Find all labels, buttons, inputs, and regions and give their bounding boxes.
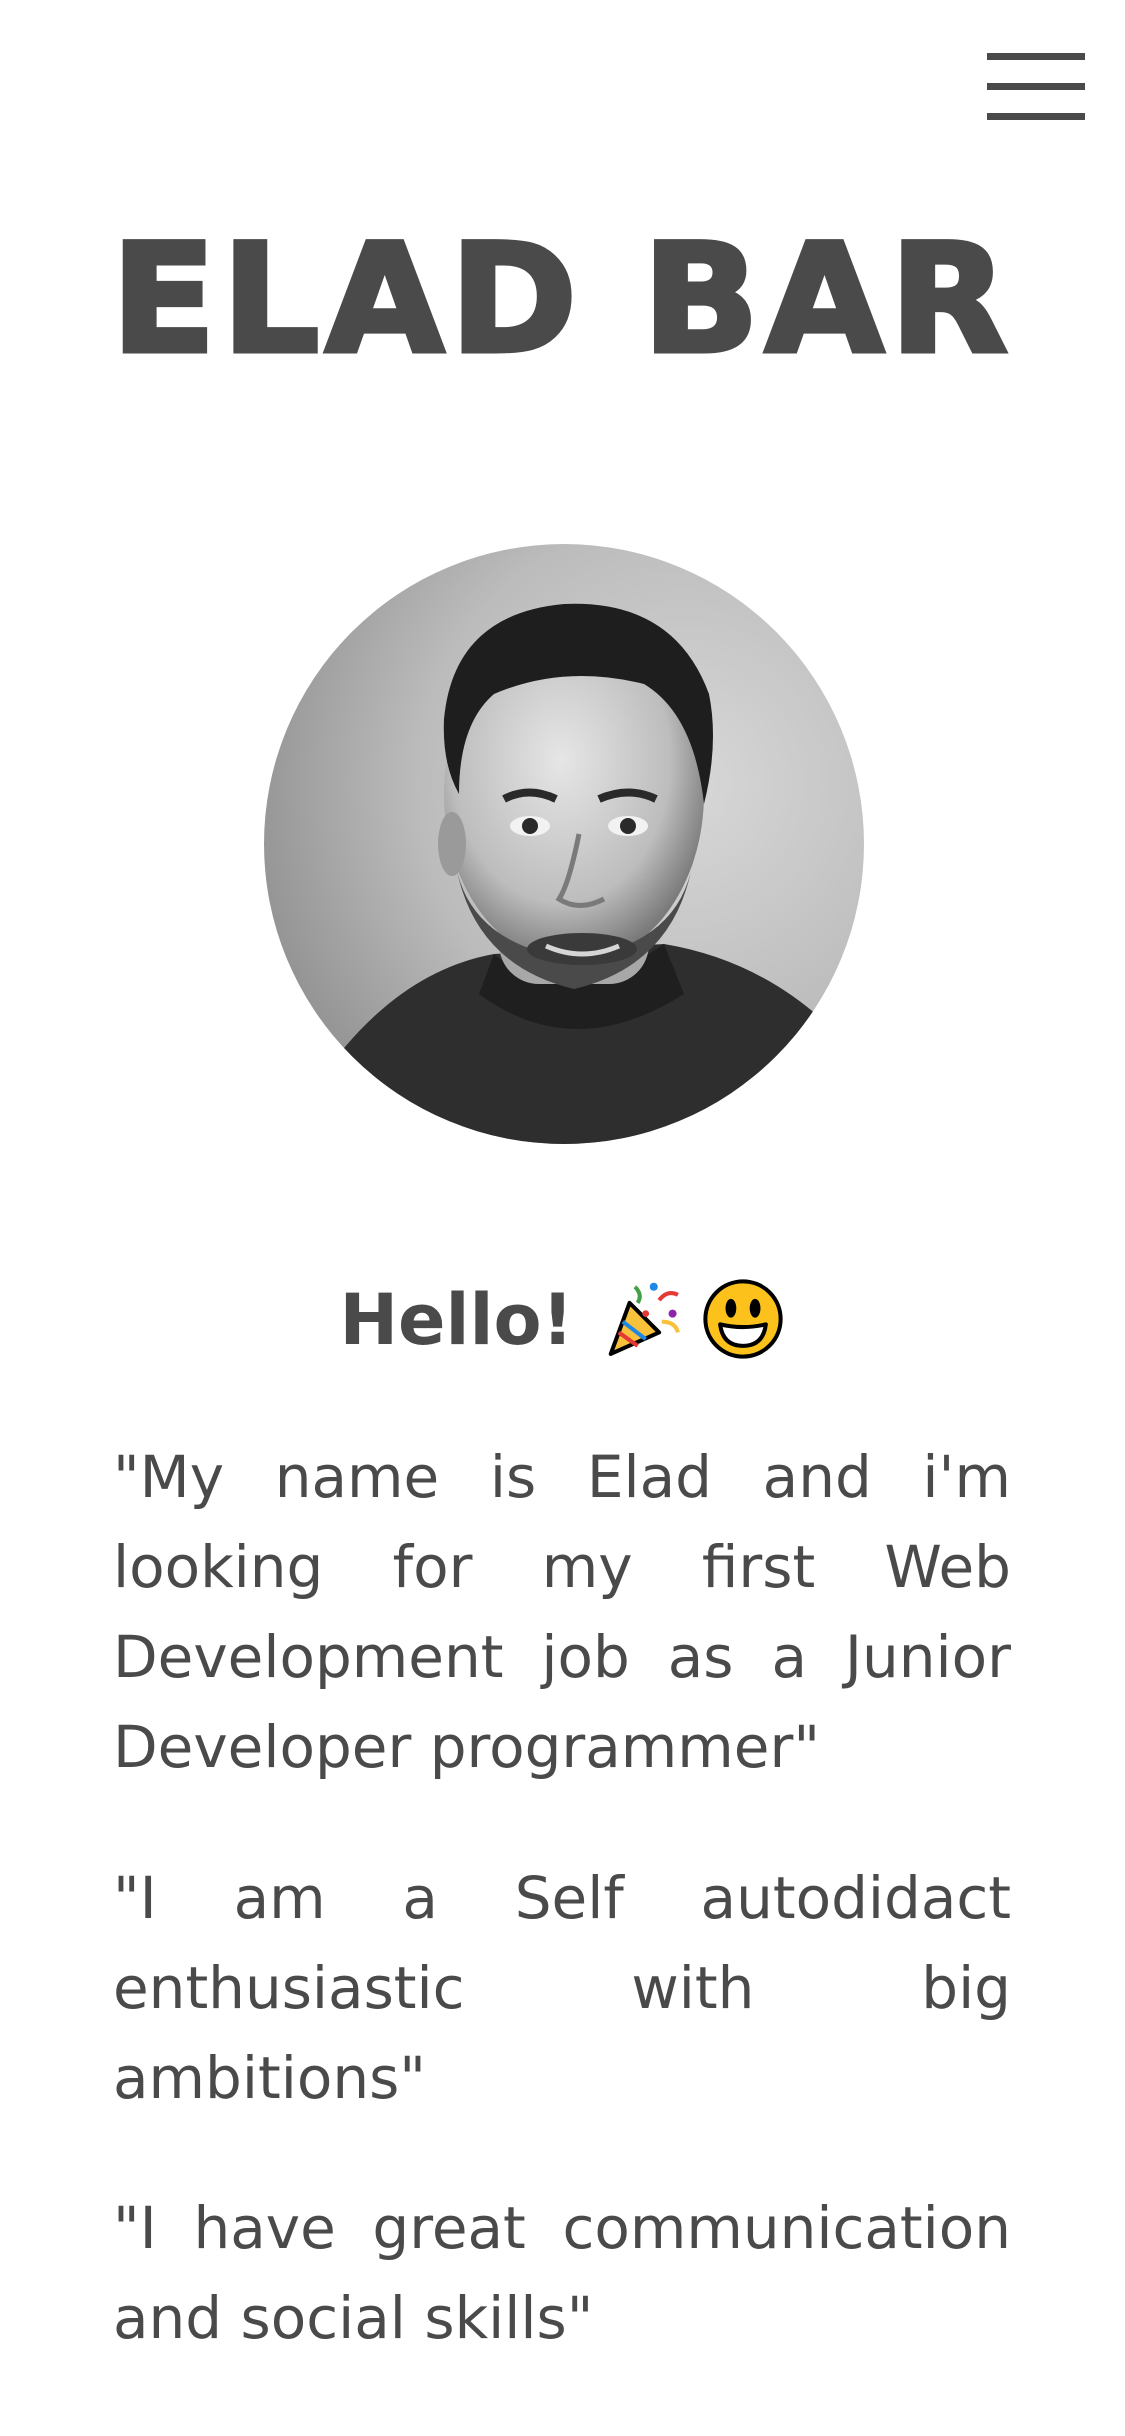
- menu-button[interactable]: [987, 50, 1085, 124]
- greeting-heading: Hello!: [0, 1270, 1125, 1370]
- about-paragraph: "I have great communication and social s…: [113, 2194, 1011, 2352]
- menu-bar: [987, 83, 1085, 90]
- menu-bar: [987, 113, 1085, 120]
- profile-photo: [264, 544, 864, 1144]
- hamburger-menu-icon: [987, 53, 1085, 60]
- site-title: ELAD BAR: [109, 211, 1014, 390]
- greeting-text: Hello!: [339, 1279, 574, 1361]
- about-paragraph: "I am a Self autodidact enthusiastic wit…: [113, 1864, 1011, 2112]
- grinning-face-icon: [702, 1279, 783, 1359]
- about-paragraph: "My name is Elad and i'm looking for my …: [113, 1443, 1011, 1781]
- party-popper-icon: [608, 1282, 680, 1356]
